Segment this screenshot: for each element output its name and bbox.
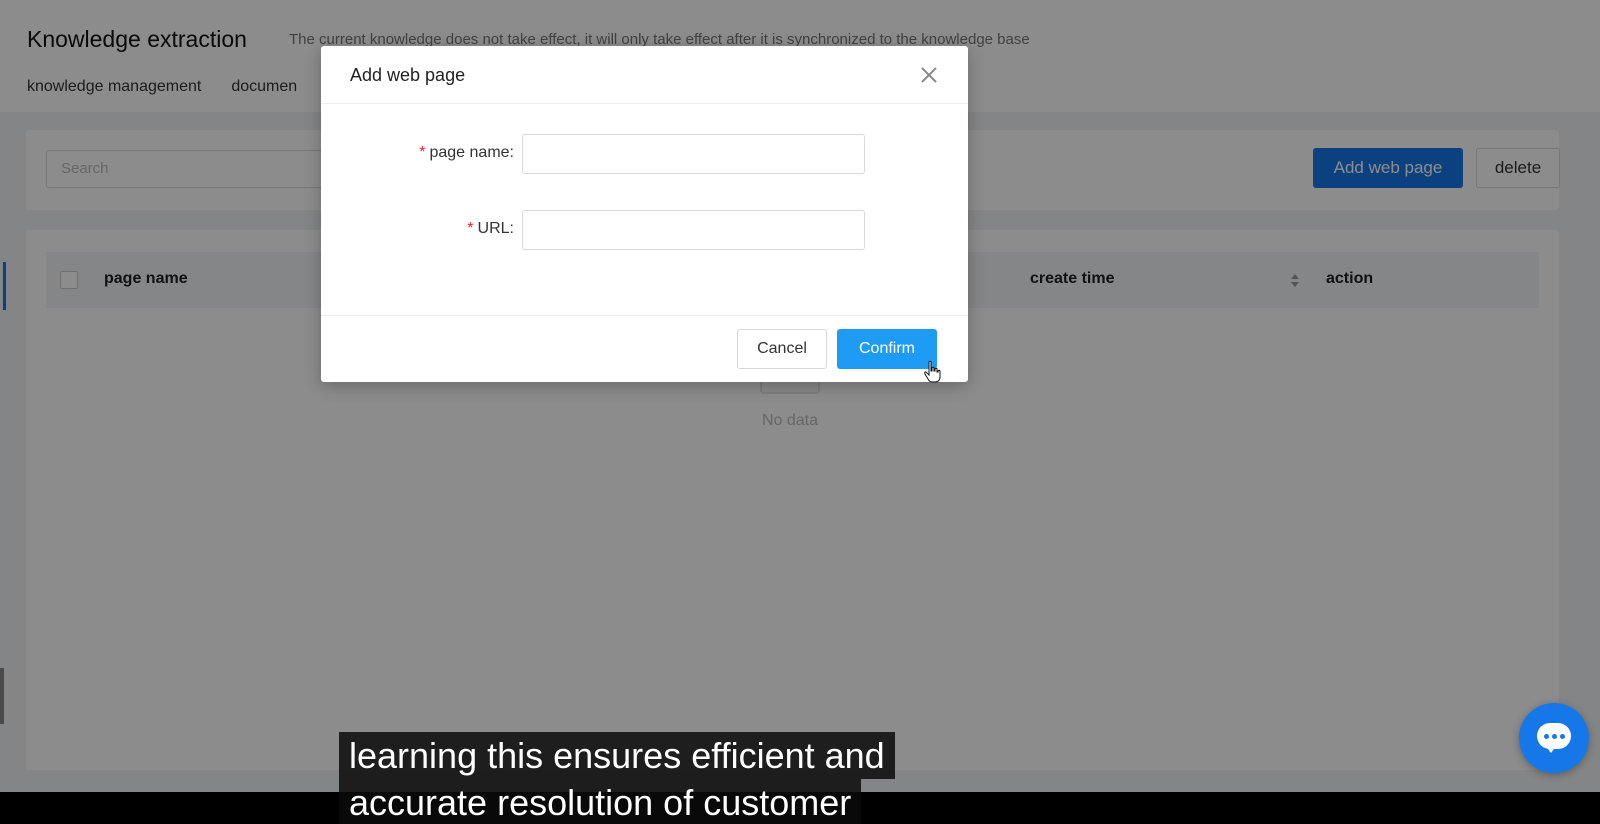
required-mark: *: [419, 144, 426, 161]
caption-line-1: learning this ensures efficient and: [339, 732, 895, 779]
url-label-text: URL: [477, 220, 510, 237]
page-name-label: * page name:: [419, 144, 514, 161]
close-icon[interactable]: [918, 64, 940, 86]
dialog-title: Add web page: [350, 65, 466, 85]
hand-cursor-icon: [924, 360, 941, 383]
page-name-label-text: page name: [429, 144, 510, 161]
url-input[interactable]: [522, 210, 865, 250]
form-row-url: * URL:: [321, 210, 968, 250]
chat-icon: [1537, 723, 1571, 753]
dialog-footer: Cancel Confirm: [321, 315, 968, 382]
video-caption: learning this ensures efficient and accu…: [339, 732, 895, 824]
confirm-button[interactable]: Confirm: [837, 329, 937, 369]
cancel-button[interactable]: Cancel: [737, 329, 827, 369]
required-mark: *: [467, 220, 474, 237]
form-row-page-name: * page name:: [321, 134, 968, 174]
dialog-header: Add web page: [321, 46, 968, 104]
caption-line-2: accurate resolution of customer: [339, 779, 862, 824]
page-name-input[interactable]: [522, 134, 865, 174]
url-label: * URL:: [467, 220, 514, 237]
chat-support-button[interactable]: [1519, 703, 1589, 773]
add-web-page-dialog: Add web page * page name: * URL: Cancel Co…: [321, 46, 968, 382]
